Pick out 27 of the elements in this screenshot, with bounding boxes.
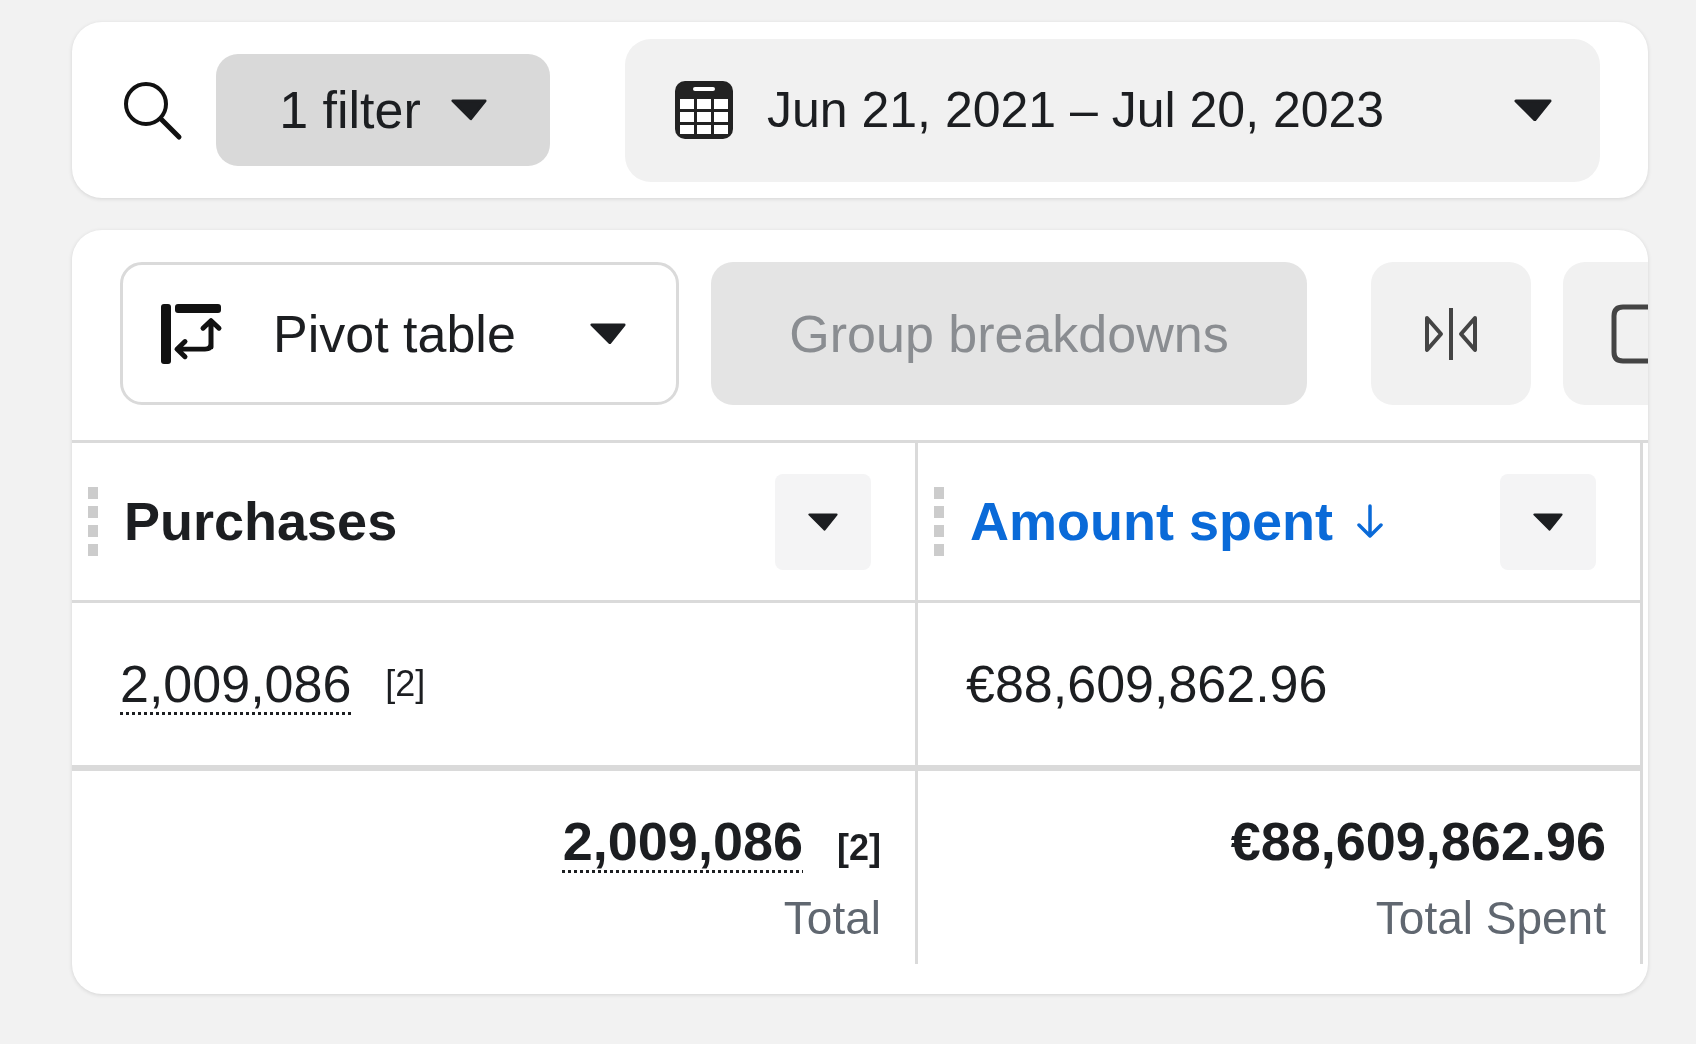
- total-caption: Total: [783, 891, 881, 946]
- mirror-button[interactable]: [1371, 262, 1531, 405]
- drag-handle-icon: [88, 486, 98, 557]
- column-menu-button[interactable]: [775, 473, 871, 570]
- caret-icon: [590, 322, 626, 345]
- date-range-button[interactable]: Jun 21, 2021 – Jul 20, 2023: [625, 38, 1600, 182]
- caret-icon: [1533, 512, 1563, 531]
- view-select-button[interactable]: Pivot table: [120, 262, 679, 405]
- caret-icon: [1514, 98, 1552, 122]
- total-value: €88,609,862.96: [1230, 810, 1606, 873]
- footnote-mark: [2]: [385, 662, 426, 706]
- cell-value: 2,009,086: [120, 654, 352, 715]
- footnote-mark: [2]: [837, 826, 881, 870]
- filter-button[interactable]: 1 filter: [216, 54, 550, 166]
- total-value: 2,009,086: [562, 810, 803, 873]
- sort-down-arrow-icon: [1355, 503, 1385, 540]
- caret-icon: [808, 512, 838, 531]
- column-header[interactable]: Amount spent: [970, 481, 1333, 562]
- calendar-icon: [673, 79, 735, 141]
- column-header[interactable]: Purchases: [124, 481, 398, 562]
- cell-value: €88,609,862.96: [966, 654, 1328, 715]
- pivot-icon: [159, 301, 223, 366]
- caret-icon: [450, 99, 487, 121]
- panel-button[interactable]: [1563, 262, 1648, 405]
- drag-handle-icon: [934, 486, 944, 557]
- total-caption: Total Spent: [1375, 891, 1606, 946]
- column-menu-button[interactable]: [1500, 473, 1596, 570]
